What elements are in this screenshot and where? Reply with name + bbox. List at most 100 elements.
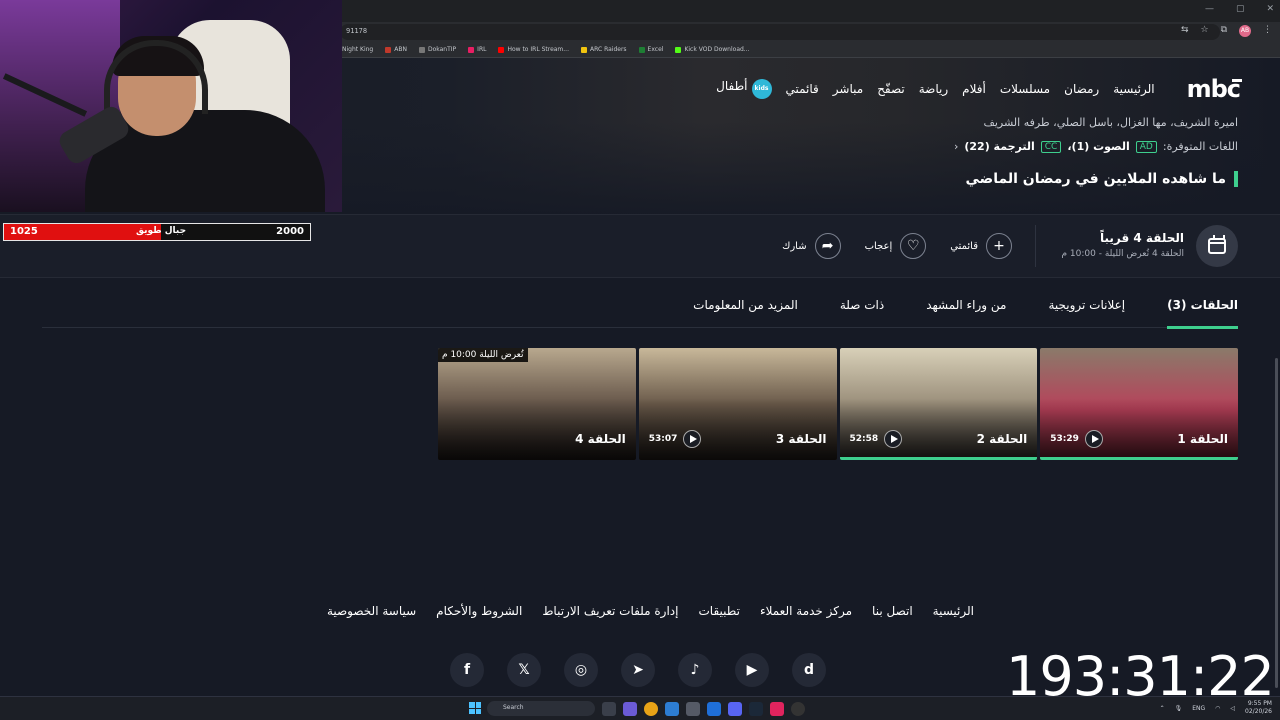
upcoming-subtitle: الحلقة 4 تُعرض الليلة - 10:00 م [1061,249,1184,259]
play-icon[interactable] [884,430,903,448]
share-label: شارك [782,240,807,252]
taskbar: Search ⌃ 🎙 ENG ◠ ◁ 9:55 PM 02/20/26 [0,696,1280,720]
episode-duration: 52:58 [850,430,903,448]
nav-item-live[interactable]: مباشر [833,82,863,96]
clock-time: 9:55 PM [1247,700,1272,707]
episode-title: الحلقة 3 [775,432,827,446]
share-button[interactable]: ➦ شارك [782,233,841,259]
episode-card[interactable]: الحلقة 2 52:58 [839,348,1038,460]
footer-link-home[interactable]: الرئيسية [933,604,974,618]
store-icon[interactable] [686,702,700,716]
footer-link-contact[interactable]: اتصل بنا [872,604,913,618]
bookmark-item[interactable]: Night King [342,46,373,53]
telegram-icon[interactable]: ➤ [621,653,655,687]
system-tray: ⌃ 🎙 ENG ◠ ◁ 9:55 PM 02/20/26 [1160,700,1272,716]
bookmark-item[interactable]: DokanTIP [418,46,456,53]
social-links: f 𝕏 ◎ ➤ ♪ ▶ d [450,653,826,687]
obs-icon[interactable] [791,702,805,716]
heart-icon: ♡ [900,233,927,259]
youtube-icon [498,46,505,53]
excel-icon [638,46,645,53]
languages-row[interactable]: اللغات المتوفرة: AD الصوت (1)، CC الترجم… [954,140,1238,153]
goal-bar: 1025 جبال طويق 2000 [3,223,311,241]
task-view-icon[interactable] [602,702,616,716]
add-to-list-button[interactable]: + قائمتي [950,233,1012,259]
accent-bar [1234,171,1238,187]
bookmark-item[interactable]: IRL [468,46,486,53]
tab-more-info[interactable]: المزيد من المعلومات [693,282,798,328]
clock[interactable]: 9:55 PM 02/20/26 [1245,700,1272,716]
app-icon[interactable] [707,702,721,716]
kids-badge: kids [751,79,772,99]
address-bar[interactable]: 91178 [340,24,1220,40]
star-icon[interactable]: ☆ [1200,25,1208,37]
bookmark-item[interactable]: Kick VOD Download... [675,46,750,53]
tab-episodes[interactable]: الحلقات (3) [1167,282,1238,329]
footer-link-terms[interactable]: الشروط والأحكام [436,604,522,618]
footer-link-privacy[interactable]: سياسة الخصوصية [327,604,416,618]
discord-icon[interactable] [728,702,742,716]
chrome-icon[interactable] [644,702,658,716]
bookmark-item[interactable]: ARC Raiders [581,46,627,53]
chevron-left-icon[interactable]: ‹ [954,140,958,153]
nav-item-sports[interactable]: رياضة [919,82,948,96]
facebook-icon[interactable]: f [450,653,484,687]
audio-description-badge: AD [1135,140,1157,153]
menu-icon[interactable]: ⋮ [1263,25,1272,37]
bookmark-item[interactable]: How to IRL Stream... [498,46,569,53]
x-icon[interactable]: 𝕏 [507,653,541,687]
volume-icon[interactable]: ◁ [1230,705,1235,712]
wifi-icon[interactable]: ◠ [1215,705,1220,712]
taskbar-search[interactable]: Search [487,701,595,716]
windows-start-icon[interactable] [469,702,481,714]
steam-icon[interactable] [749,702,763,716]
footer-link-cookies[interactable]: إدارة ملفات تعريف الارتباط [542,604,678,618]
nav-item-browse[interactable]: تصفّح [877,82,905,96]
play-icon[interactable] [1084,430,1103,448]
app-icon[interactable] [770,702,784,716]
copilot-icon[interactable] [623,702,637,716]
episode-duration: 53:29 [1050,430,1103,448]
episode-card[interactable]: تُعرض الليلة 10:00 م الحلقة 4 [438,348,636,460]
maximize-icon[interactable]: ▢ [1236,4,1245,14]
upcoming-title: الحلقة 4 قريباً [1099,231,1184,245]
tab-behind-scenes[interactable]: من وراء المشهد [926,282,1006,328]
extensions-icon[interactable]: ⧉ [1221,25,1227,37]
nav-item-kids[interactable]: kidsأطفال [716,79,772,99]
cast-icon[interactable]: ⇆ [1181,25,1189,37]
dailymotion-icon[interactable]: d [792,653,826,687]
nav-item-home[interactable]: الرئيسية [1113,82,1154,96]
bookmark-icon [468,46,475,53]
bookmark-item[interactable]: ABN [385,46,407,53]
minimize-icon[interactable]: — [1205,4,1214,14]
footer-link-support[interactable]: مركز خدمة العملاء [760,604,852,618]
instagram-icon[interactable]: ◎ [564,653,598,687]
close-icon[interactable]: ✕ [1266,4,1274,14]
nav-item-mylist[interactable]: قائمتي [786,82,819,96]
episode-title: الحلقة 1 [1177,432,1228,446]
footer-links: الرئيسية اتصل بنا مركز خدمة العملاء تطبي… [327,604,974,618]
goal-target: 2000 [276,226,304,237]
youtube-icon[interactable]: ▶ [735,653,769,687]
episode-card[interactable]: الحلقة 3 53:07 [638,348,837,460]
nav-item-series[interactable]: مسلسلات [1000,82,1050,96]
chevron-up-icon[interactable]: ⌃ [1160,705,1165,712]
tab-trailers[interactable]: إعلانات ترويجية [1048,282,1125,328]
episode-card[interactable]: الحلقة 1 53:29 [1040,348,1238,460]
nav-item-ramadan[interactable]: رمضان [1064,82,1099,96]
mic-icon[interactable]: 🎙 [1175,705,1183,712]
bookmark-item[interactable]: Excel [638,46,663,53]
nav-item-movies[interactable]: أفلام [962,82,986,96]
footer-link-apps[interactable]: تطبيقات [698,604,739,618]
mail-icon[interactable] [665,702,679,716]
play-icon[interactable] [683,430,702,448]
scrollbar[interactable] [1275,358,1278,688]
profile-avatar[interactable]: AB [1239,25,1251,37]
episode-duration: 53:07 [649,430,702,448]
language-indicator[interactable]: ENG [1192,705,1205,712]
episode-list: الحلقة 1 53:29 الحلقة 2 52:58 الحلقة 3 5… [438,348,1238,460]
mbc-logo[interactable]: mbc [1187,75,1243,103]
tab-related[interactable]: ذات صلة [840,282,884,328]
like-button[interactable]: ♡ إعجاب [865,233,927,259]
tiktok-icon[interactable]: ♪ [678,653,712,687]
